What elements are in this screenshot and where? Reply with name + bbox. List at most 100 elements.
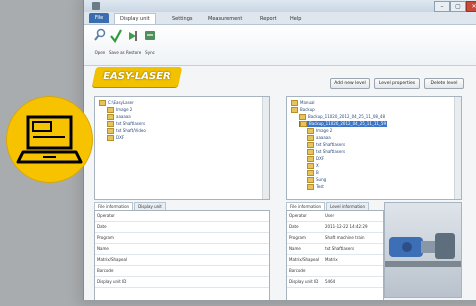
info-key: Program bbox=[289, 235, 306, 240]
left-tree-item[interactable]: txt Shaftlasers bbox=[107, 121, 145, 127]
info-row: Name bbox=[95, 244, 269, 255]
delete-level-button[interactable]: Delete level bbox=[424, 78, 464, 89]
checkmark-icon bbox=[110, 29, 122, 43]
right-tree-item-label: Backup_11020_2012_04_25_11_11_59 bbox=[309, 121, 387, 126]
open-label: Open bbox=[94, 50, 106, 55]
left-tree-item-label: DXF bbox=[116, 135, 125, 140]
tab-settings[interactable]: Settings bbox=[172, 14, 193, 24]
left-tree-item-label: txt Shaft/Video bbox=[116, 128, 146, 133]
right-tree-item[interactable]: Backup_11020_2012_04_25_11_08_48 bbox=[299, 114, 385, 120]
right-tree-item[interactable]: txt Shaftlasers bbox=[307, 142, 345, 148]
folder-icon bbox=[307, 170, 314, 176]
info-key: Date bbox=[97, 224, 107, 229]
info-row: Matrix/Shapeal bbox=[95, 255, 269, 266]
left-tree-item[interactable]: txt Shaft/Video bbox=[107, 128, 146, 134]
arrow-icon bbox=[129, 31, 137, 41]
info-key: Display unit ID bbox=[289, 279, 319, 284]
open-button[interactable]: Open bbox=[93, 28, 107, 55]
save-as-label: Save as bbox=[109, 50, 125, 55]
folder-icon bbox=[107, 114, 114, 120]
right-tree-item[interactable]: Backup bbox=[291, 107, 315, 113]
folder-icon bbox=[307, 163, 314, 169]
info-row: Date 2011-12-22 14:42:29 bbox=[287, 222, 383, 233]
add-new-level-button[interactable]: Add new level bbox=[330, 78, 370, 89]
folder-icon bbox=[307, 149, 314, 155]
folder-icon bbox=[107, 121, 114, 127]
info-row: Barcode bbox=[95, 266, 269, 277]
machine-illustration bbox=[385, 233, 461, 267]
right-tree-item-label: Backup bbox=[300, 107, 315, 112]
info-key: Program bbox=[97, 235, 114, 240]
magnifier-icon bbox=[94, 28, 106, 41]
display-unit-tree[interactable]: C:\EasyLaser Image 2 aaaaaa txt Shaftlasers… bbox=[94, 96, 270, 200]
right-tree-item[interactable]: Sung bbox=[307, 177, 326, 183]
left-tree-item-label: Image 2 bbox=[116, 107, 133, 112]
info-value: txt Shaftlasers bbox=[325, 246, 355, 251]
right-tree-item[interactable]: Backup_11020_2012_04_25_11_11_59 bbox=[299, 121, 388, 127]
right-tree-item-label: Backup_11020_2012_04_25_11_08_48 bbox=[308, 114, 386, 119]
info-value: 5464 bbox=[325, 279, 336, 284]
right-info-tabs: File information Level information bbox=[286, 202, 370, 211]
tab-display-unit[interactable]: Display unit bbox=[114, 13, 156, 24]
sync-button[interactable]: Sync bbox=[143, 28, 157, 55]
close-button[interactable]: ✕ bbox=[466, 1, 476, 12]
right-tree-item-label: Image 2 bbox=[316, 128, 333, 133]
folder-icon bbox=[291, 100, 298, 106]
right-tree-item[interactable]: Image 2 bbox=[307, 128, 332, 134]
right-tree-item[interactable]: Manual bbox=[291, 100, 315, 106]
info-row: Program bbox=[95, 233, 269, 244]
left-tree-item[interactable]: aaaaaa bbox=[107, 114, 131, 120]
left-info-tabs: File information Display unit bbox=[94, 202, 167, 211]
info-value: Shaft machine train bbox=[325, 235, 365, 240]
folder-icon bbox=[107, 107, 114, 113]
folder-icon bbox=[307, 128, 314, 134]
right-tree-item-label: B bbox=[316, 170, 319, 175]
folder-icon bbox=[107, 128, 114, 134]
info-key: Barcode bbox=[97, 268, 114, 273]
right-tree-item[interactable]: Test bbox=[307, 184, 324, 190]
info-key: Matrix/Shapeal bbox=[97, 257, 128, 262]
level-properties-button[interactable]: Level properties bbox=[374, 78, 420, 89]
info-row: Display unit ID 5464 bbox=[287, 277, 383, 288]
folder-icon bbox=[107, 135, 114, 141]
left-tree-item-label: aaaaaa bbox=[116, 114, 131, 119]
right-tree-item[interactable]: B bbox=[307, 170, 319, 176]
folder-icon bbox=[299, 114, 306, 120]
right-tree-scrollbar[interactable] bbox=[454, 97, 461, 199]
tab-measurement[interactable]: Measurement bbox=[208, 14, 242, 24]
folder-icon bbox=[300, 121, 307, 127]
info-row: Matrix/Shapeal Matrix bbox=[287, 255, 383, 266]
right-tree-item-label: aaaaaa bbox=[316, 135, 331, 140]
minimize-button[interactable]: – bbox=[434, 1, 450, 12]
right-tree-item[interactable]: txt Shaftlasers bbox=[307, 149, 345, 155]
folder-icon bbox=[99, 100, 106, 106]
pc-folder-tree[interactable]: Manual Backup Backup_11020_2012_04_25_11_0… bbox=[286, 96, 462, 200]
tab-help[interactable]: Help bbox=[290, 14, 301, 24]
ribbon: Open Save as Restore Sync bbox=[84, 25, 476, 66]
left-tree-scrollbar[interactable] bbox=[262, 97, 269, 199]
save-as-button[interactable]: Save as bbox=[109, 28, 125, 55]
left-tree-item[interactable]: DXF bbox=[107, 135, 124, 141]
right-tree-item-label: DXF bbox=[316, 156, 325, 161]
folder-icon bbox=[291, 107, 298, 113]
left-file-info-panel: Operator Date Program Name Matrix/Shapeal Bar… bbox=[94, 210, 270, 300]
logo-text: EASY-LASER bbox=[103, 71, 171, 82]
right-tree-item[interactable]: DXF bbox=[307, 156, 324, 162]
toolbar-area: EASY-LASER Add new level Level propertie… bbox=[84, 66, 476, 90]
info-row: Display unit ID bbox=[95, 277, 269, 288]
tab-report[interactable]: Report bbox=[260, 14, 277, 24]
left-tree-item[interactable]: C:\EasyLaser bbox=[99, 100, 134, 106]
sync-icon bbox=[145, 31, 155, 40]
info-key: Matrix/Shapeal bbox=[289, 257, 320, 262]
info-key: Barcode bbox=[289, 268, 306, 273]
right-tree-item[interactable]: aaaaaa bbox=[307, 135, 331, 141]
info-row: Barcode bbox=[287, 266, 383, 277]
folder-icon bbox=[307, 177, 314, 183]
tab-file[interactable]: File bbox=[89, 13, 109, 23]
right-tree-item[interactable]: X bbox=[307, 163, 319, 169]
restore-label: Restore bbox=[126, 50, 142, 55]
left-tree-item-label: C:\EasyLaser bbox=[108, 100, 134, 105]
left-tree-item[interactable]: Image 2 bbox=[107, 107, 132, 113]
maximize-button[interactable]: ▢ bbox=[450, 1, 466, 12]
restore-button[interactable]: Restore bbox=[126, 28, 142, 55]
